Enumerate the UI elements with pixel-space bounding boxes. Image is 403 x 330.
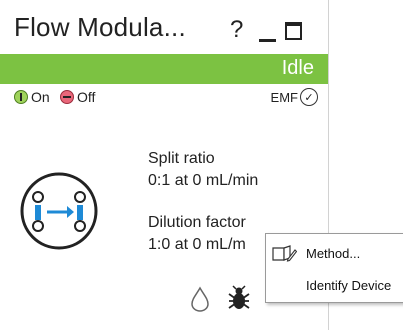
maximize-button[interactable]	[285, 22, 302, 40]
status-bar: Idle	[0, 54, 328, 84]
power-off-icon	[60, 90, 74, 104]
droplet-icon[interactable]	[190, 286, 210, 317]
context-menu: Method... Identify Device	[265, 233, 403, 303]
power-off-button[interactable]: Off	[60, 89, 95, 105]
menu-item-method[interactable]: Method...	[266, 238, 403, 268]
split-ratio-label: Split ratio	[148, 150, 215, 167]
title-bar: Flow Modula... ?	[0, 0, 328, 54]
emf-label: EMF	[270, 89, 298, 105]
bug-icon[interactable]	[227, 284, 251, 317]
panel-title: Flow Modula...	[14, 12, 186, 42]
dilution-factor-value: 1:0 at 0 mL/m	[148, 236, 246, 253]
help-button[interactable]: ?	[230, 16, 243, 44]
power-on-button[interactable]: On	[14, 89, 50, 105]
menu-item-method-label: Method...	[306, 246, 361, 261]
power-row: On Off EMF ✓	[0, 86, 328, 112]
power-on-label: On	[31, 89, 50, 105]
emf-check-icon: ✓	[300, 88, 318, 106]
menu-item-identify-label: Identify Device	[306, 278, 392, 293]
status-text: Idle	[281, 57, 314, 79]
flow-modulator-icon	[18, 170, 100, 257]
menu-item-identify-device[interactable]: Identify Device	[266, 271, 403, 301]
power-off-label: Off	[77, 89, 96, 105]
power-on-icon	[14, 90, 28, 104]
split-ratio-value: 0:1 at 0 mL/min	[148, 172, 259, 189]
emf-indicator[interactable]: EMF ✓	[271, 88, 318, 106]
dilution-factor-label: Dilution factor	[148, 214, 246, 231]
info-block: Split ratio 0:1 at 0 mL/min Dilution fac…	[148, 148, 258, 256]
method-icon	[271, 245, 298, 266]
minimize-button[interactable]	[259, 39, 276, 42]
